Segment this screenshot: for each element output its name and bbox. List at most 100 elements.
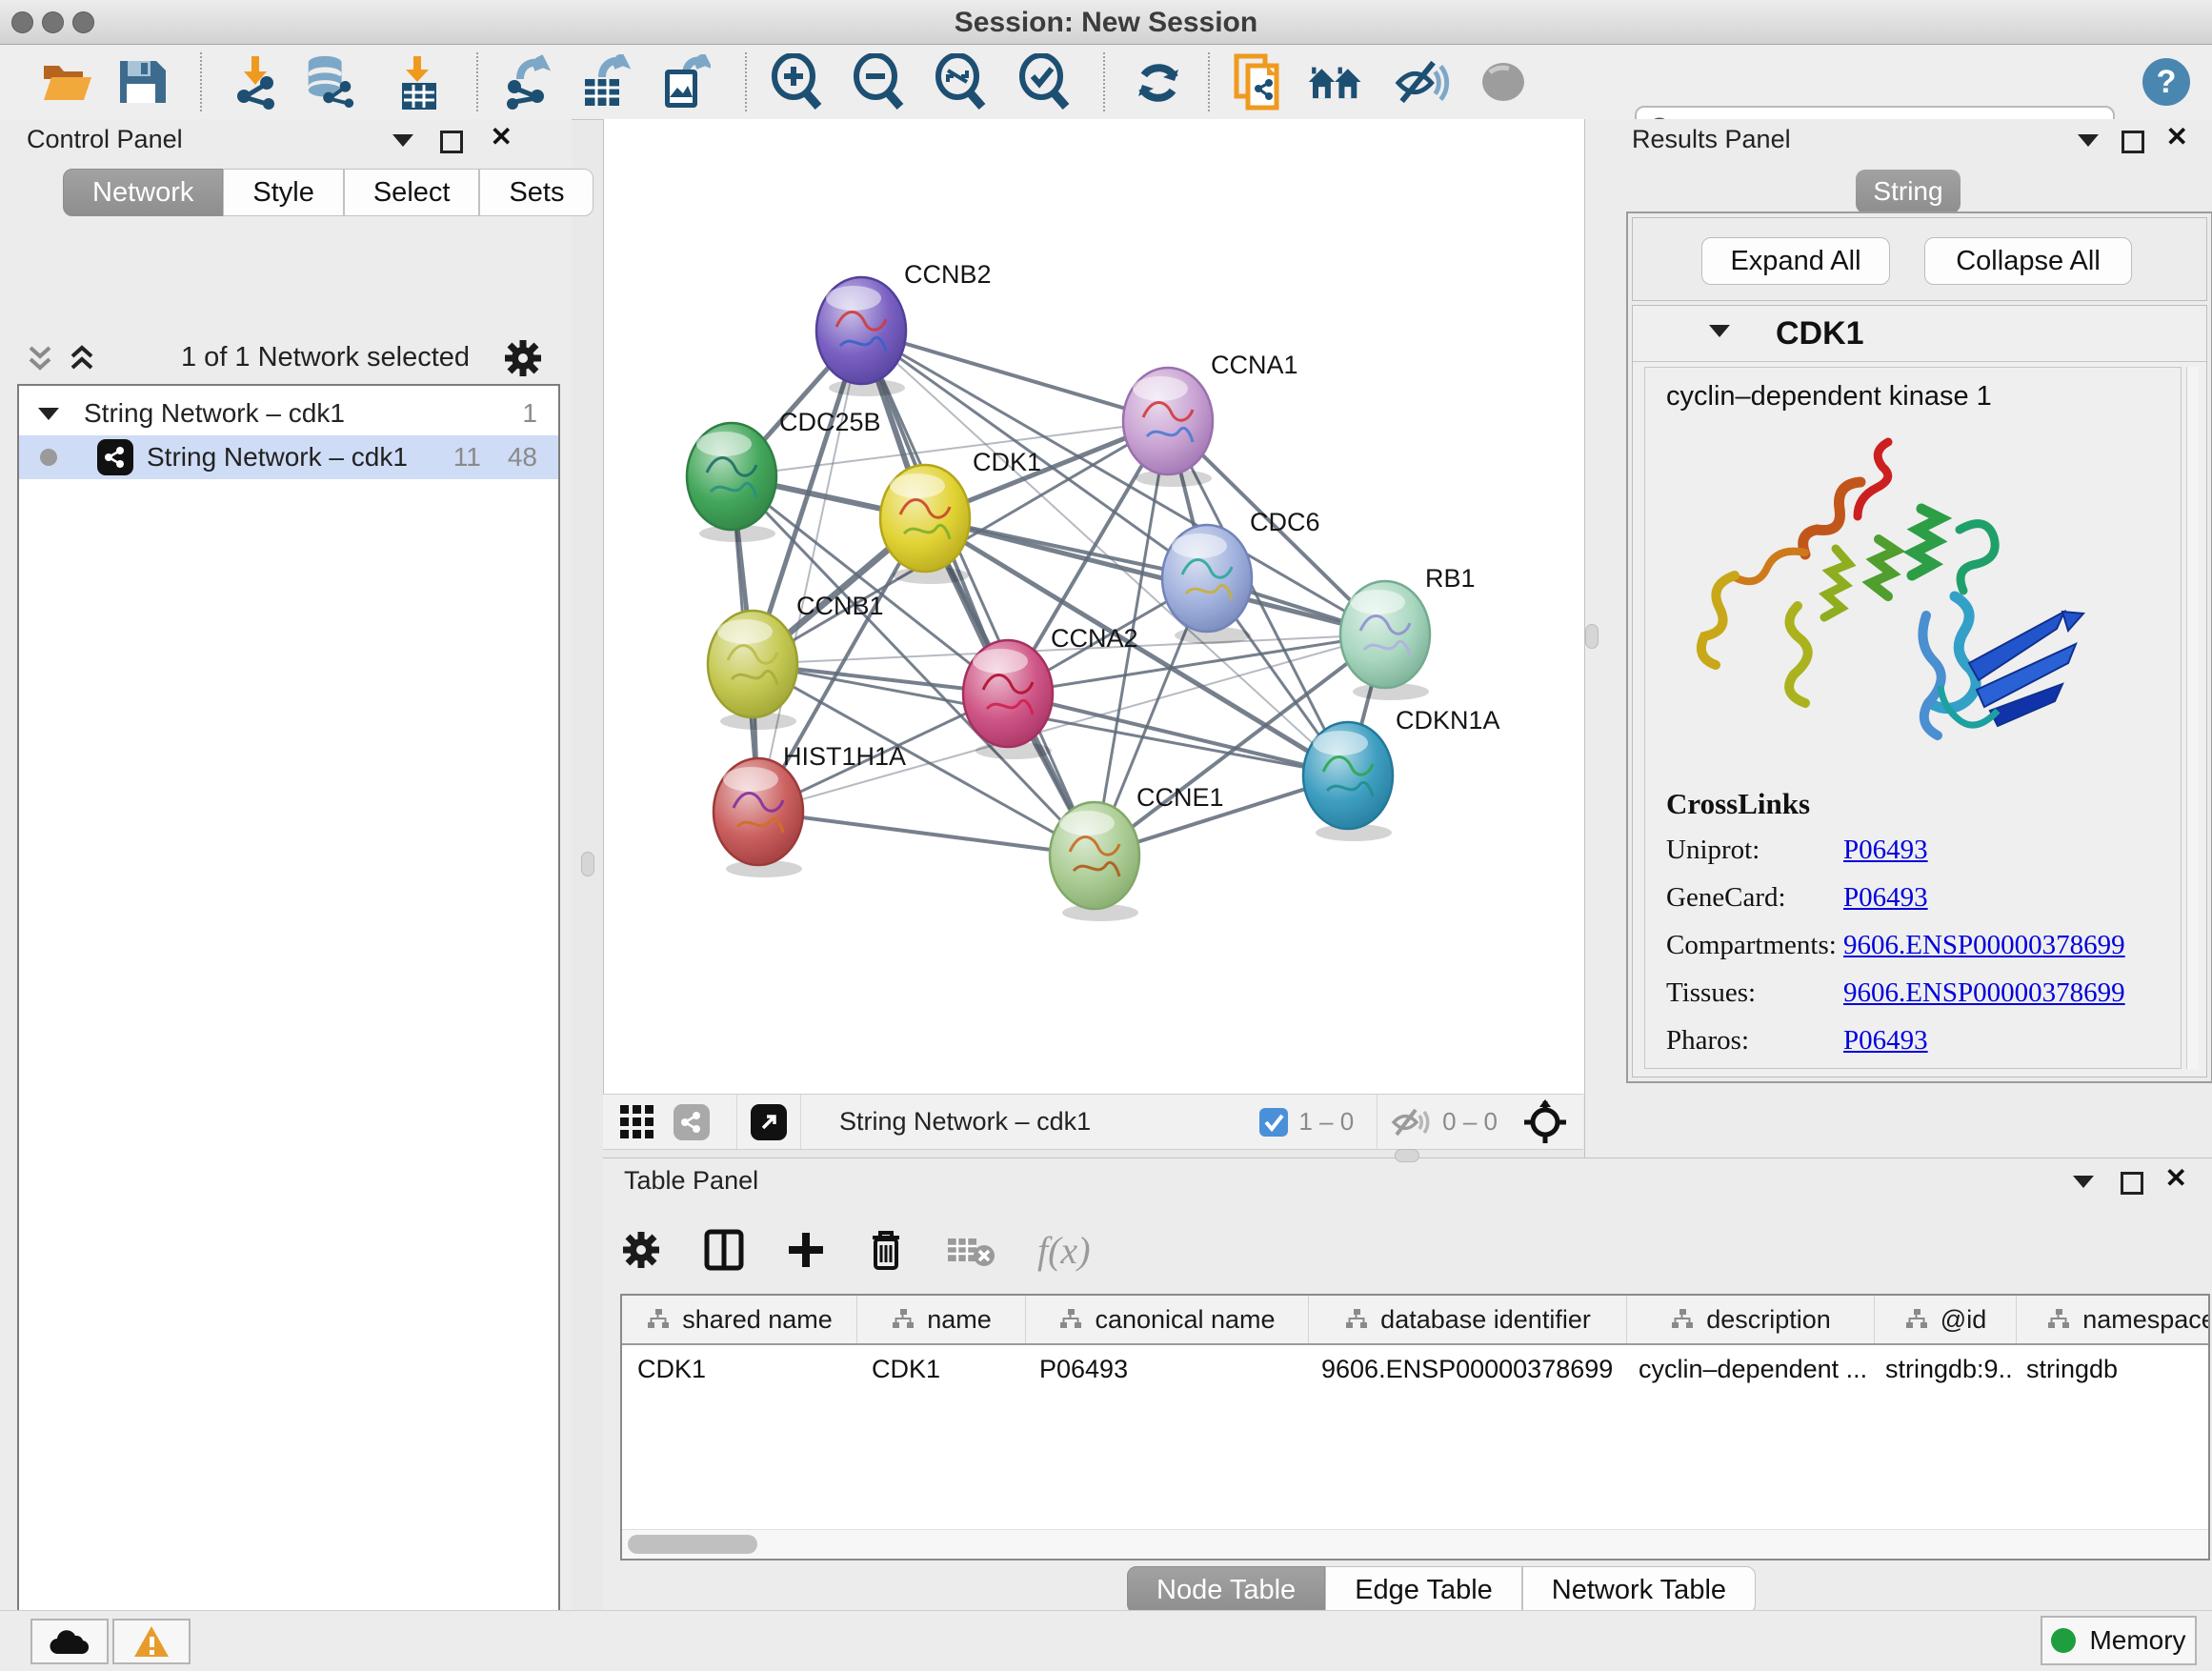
column-header--id[interactable]: @id [1875,1296,2017,1343]
expand-all-button[interactable]: Expand All [1701,237,1890,285]
help-icon[interactable]: ? [2138,54,2195,110]
delete-table-icon[interactable] [946,1231,995,1269]
network-options-gear-icon[interactable] [503,338,543,378]
table-cell[interactable]: 9606.ENSP00000378699 [1306,1345,1623,1393]
tab-select[interactable]: Select [344,169,480,216]
results-tab-string[interactable]: String [1856,170,1961,213]
cloud-status-button[interactable] [30,1619,109,1664]
column-header-canonical-name[interactable]: canonical name [1026,1296,1309,1343]
table-row[interactable]: CDK1CDK1P064939606.ENSP00000378699cyclin… [622,1345,2208,1393]
first-neighbors-icon[interactable] [1307,54,1364,110]
show-all-icon[interactable] [1475,54,1532,110]
crosslink-link[interactable]: 9606.ENSP00000378699 [1843,930,2125,961]
crosslink-link[interactable]: P06493 [1843,1025,1928,1057]
memory-button[interactable]: Memory [2041,1616,2197,1665]
network-node-CDC6[interactable] [1162,525,1252,644]
function-builder-icon[interactable]: f(x) [1037,1228,1091,1273]
export-network-icon[interactable] [499,54,556,110]
table-cell[interactable]: CDK1 [622,1345,856,1393]
tab-edge-table[interactable]: Edge Table [1325,1566,1522,1614]
duplicate-network-icon[interactable] [1231,54,1288,110]
network-node-CDC25B[interactable] [687,423,776,542]
collection-expand-icon[interactable] [38,408,59,420]
bottom-splitter-handle[interactable] [1395,1149,1419,1162]
zoom-fit-icon[interactable] [932,54,989,110]
network-node-HIST1H1A[interactable] [714,758,803,877]
network-row-selected[interactable]: String Network – cdk1 11 48 [19,435,558,479]
network-node-CCNB1[interactable] [708,611,797,730]
tab-sets[interactable]: Sets [479,169,593,216]
network-node-CDKN1A[interactable] [1303,722,1393,841]
open-in-window-icon[interactable] [751,1104,787,1140]
network-collection-row[interactable]: String Network – cdk1 1 [19,392,558,435]
table-cell[interactable]: stringdb [2011,1345,2210,1393]
birds-eye-view-icon[interactable] [618,1103,656,1141]
crosslink-row: Tissues:9606.ENSP00000378699 [1666,977,2125,1009]
table-panel-maximize-icon[interactable] [2121,1172,2143,1195]
table-panel-float-icon[interactable] [2073,1176,2094,1188]
warnings-button[interactable] [112,1619,191,1664]
network-node-RB1[interactable] [1340,581,1430,700]
crosslink-link[interactable]: P06493 [1843,882,1928,914]
export-image-icon[interactable] [655,54,713,110]
network-node-CCNA1[interactable] [1123,368,1213,487]
table-cell[interactable]: CDK1 [856,1345,1024,1393]
network-node-CCNB2[interactable] [816,277,906,396]
import-network-icon[interactable] [227,54,284,110]
cdk1-section-header[interactable]: CDK1 [1633,306,2206,362]
expand-all-icon[interactable] [69,342,101,376]
results-scrollbar[interactable] [2186,367,2199,1069]
control-panel-close-icon[interactable]: ✕ [491,129,513,146]
hide-selected-icon[interactable] [1393,54,1450,110]
control-panel-float-icon[interactable] [392,134,413,147]
collapse-all-icon[interactable] [27,342,59,376]
results-panel-maximize-icon[interactable] [2122,131,2144,153]
crosslink-link[interactable]: P06493 [1843,835,1928,866]
results-panel-close-icon[interactable]: ✕ [2166,129,2188,146]
show-columns-icon[interactable] [704,1229,744,1271]
selected-checkbox-icon[interactable] [1258,1107,1289,1137]
tab-network-table[interactable]: Network Table [1522,1566,1756,1614]
save-session-icon[interactable] [112,54,170,110]
cdk1-collapse-icon[interactable] [1709,325,1730,337]
column-header-shared-name[interactable]: shared name [622,1296,857,1343]
table-horizontal-scrollbar[interactable] [622,1529,2208,1559]
table-cell[interactable]: stringdb:9... [1870,1345,2011,1393]
string-view-icon[interactable] [674,1104,710,1140]
zoom-selected-icon[interactable] [1016,54,1073,110]
table-cell[interactable]: P06493 [1024,1345,1306,1393]
table-options-gear-icon[interactable] [620,1229,662,1271]
network-node-CCNE1[interactable] [1050,802,1139,921]
scrollbar-thumb[interactable] [628,1535,757,1554]
hidden-eye-icon[interactable] [1391,1106,1433,1138]
column-header-name[interactable]: name [857,1296,1026,1343]
column-header-namespace[interactable]: namespace [2017,1296,2210,1343]
left-splitter-handle[interactable] [581,852,594,876]
string-network-graph[interactable]: CCNB2CCNA1CDC25BCDK1CDC6RB1CCNB1CCNA2CDK… [604,119,1584,1094]
crosslink-link[interactable]: 9606.ENSP00000378699 [1843,977,2125,1009]
results-panel-float-icon[interactable] [2078,134,2099,147]
import-table-icon[interactable] [389,54,446,110]
table-cell[interactable]: cyclin–dependent ... [1623,1345,1870,1393]
tab-node-table[interactable]: Node Table [1127,1566,1325,1614]
column-header-database-identifier[interactable]: database identifier [1309,1296,1627,1343]
right-splitter-handle[interactable] [1585,624,1599,649]
table-panel-close-icon[interactable]: ✕ [2165,1170,2187,1187]
fit-content-crosshair-icon[interactable] [1522,1099,1568,1145]
network-view-canvas[interactable]: CCNB2CCNA1CDC25BCDK1CDC6RB1CCNB1CCNA2CDK… [603,119,1585,1094]
tab-style[interactable]: Style [223,169,343,216]
open-session-icon[interactable] [38,54,95,110]
control-panel-maximize-icon[interactable] [440,131,463,153]
import-network-from-database-icon[interactable] [301,54,358,110]
add-column-icon[interactable] [786,1230,826,1270]
delete-column-icon[interactable] [868,1228,904,1272]
tab-network[interactable]: Network [63,169,223,216]
zoom-in-icon[interactable] [768,54,825,110]
network-view-toolbar: String Network – cdk1 1 – 0 0 – 0 [603,1094,1583,1150]
zoom-out-icon[interactable] [850,54,907,110]
table-panel-title: Table Panel [624,1166,758,1195]
collapse-all-button[interactable]: Collapse All [1924,237,2132,285]
apply-layout-icon[interactable] [1130,54,1187,110]
export-table-icon[interactable] [575,54,633,110]
column-header-description[interactable]: description [1627,1296,1875,1343]
